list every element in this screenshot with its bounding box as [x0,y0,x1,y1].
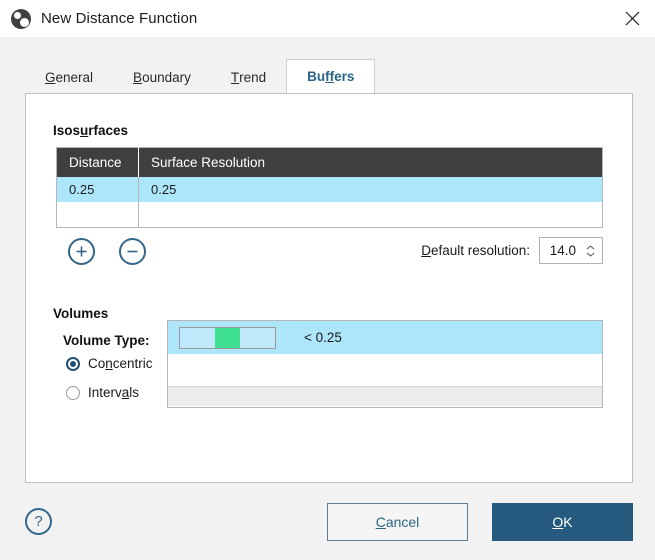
radio-concentric-label: Concentric [88,356,153,371]
add-isosurface-button[interactable] [68,238,95,265]
volumes-list-footer [168,386,602,406]
ok-accel: O [552,513,564,530]
tab-trend[interactable]: Trend [211,62,286,93]
cell-surface-resolution-empty[interactable] [138,202,603,227]
default-resolution-label: Default resolution: [421,243,530,258]
tab-strip: General Boundary Trend Bu ff ers [0,58,655,96]
isosurfaces-table[interactable]: Distance Surface Resolution 0.25 0.25 [56,147,603,228]
tab-trend-accel: T [230,70,240,85]
column-header-distance[interactable]: Distance [56,147,139,177]
new-distance-function-dialog: New Distance Function General Boundary T… [0,0,655,560]
plus-icon [75,245,88,258]
tab-trend-label: rend [239,70,267,85]
isosurfaces-table-body: 0.25 0.25 [56,177,603,227]
cancel-button[interactable]: Cancel [327,502,468,541]
tab-buffers-accel: ff [325,69,335,84]
question-mark-icon: ? [34,513,43,530]
volumes-section-title: Volumes [53,306,109,321]
list-item[interactable]: < 0.25 [168,321,602,354]
buffers-panel: Isosurfaces Distance Surface Resolution … [25,93,633,483]
column-header-surface-resolution[interactable]: Surface Resolution [138,147,603,177]
radio-concentric[interactable]: Concentric [66,356,153,371]
chevron-down-icon[interactable] [586,252,595,257]
cell-surface-resolution[interactable]: 0.25 [138,177,603,202]
tab-general-accel: G [45,70,56,85]
cell-distance-empty[interactable] [56,202,139,227]
tab-buffers[interactable]: Bu ff ers [286,59,376,96]
cancel-accel: C [375,513,386,530]
radio-concentric-mark[interactable] [66,356,80,371]
default-resolution-accel: D [421,243,431,258]
volume-type-label: Volume Type: [63,333,150,348]
title-bar: New Distance Function [0,0,655,37]
app-logo-icon [11,8,31,29]
volume-type-radio-group: Concentric Intervals [66,356,153,400]
volume-range-label: < 0.25 [304,330,342,345]
default-resolution-group: Default resolution: 14.0 [421,237,603,264]
close-button[interactable] [609,0,655,37]
close-icon [625,11,640,26]
isosurfaces-section-title: Isosurfaces [53,123,129,138]
cell-distance[interactable]: 0.25 [56,177,139,202]
isosurface-actions [68,238,146,265]
tab-general[interactable]: General [25,62,113,93]
tab-boundary-label: oundary [142,70,191,85]
minus-icon [126,245,139,258]
tab-boundary-accel: B [133,70,143,85]
radio-concentric-accel: n [105,356,113,371]
isosurfaces-header-row: Distance Surface Resolution [56,147,603,177]
table-row[interactable]: 0.25 0.25 [56,177,603,202]
radio-intervals-label: Intervals [88,385,140,400]
table-row[interactable] [56,202,603,227]
volumes-list-empty-area[interactable] [168,354,602,386]
volumes-list[interactable]: < 0.25 [167,320,603,408]
volume-color-swatch[interactable] [179,326,276,349]
radio-intervals-mark[interactable] [66,385,80,400]
cancel-button-label: Cancel [375,513,420,530]
help-button[interactable]: ? [25,508,52,535]
tab-buffers-label-post: ers [334,69,355,84]
window-title: New Distance Function [41,10,198,27]
spinner-arrows[interactable] [582,244,602,257]
remove-isosurface-button[interactable] [119,238,146,265]
isosurfaces-table-head: Distance Surface Resolution [56,147,603,177]
tab-general-label: eneral [55,70,94,85]
radio-intervals-accel: a [121,385,130,400]
radio-intervals[interactable]: Intervals [66,385,153,400]
ok-button-label: OK [552,513,573,530]
tab-buffers-label-pre: Bu [307,69,326,84]
ok-button[interactable]: OK [492,502,633,541]
dialog-footer: ? Cancel OK [0,483,655,560]
tab-boundary[interactable]: Boundary [113,62,211,93]
default-resolution-value[interactable]: 14.0 [540,243,582,258]
default-resolution-stepper[interactable]: 14.0 [539,237,603,264]
chevron-up-icon[interactable] [586,244,595,250]
isosurfaces-accel: u [80,123,89,138]
volume-color-fill [215,327,240,348]
